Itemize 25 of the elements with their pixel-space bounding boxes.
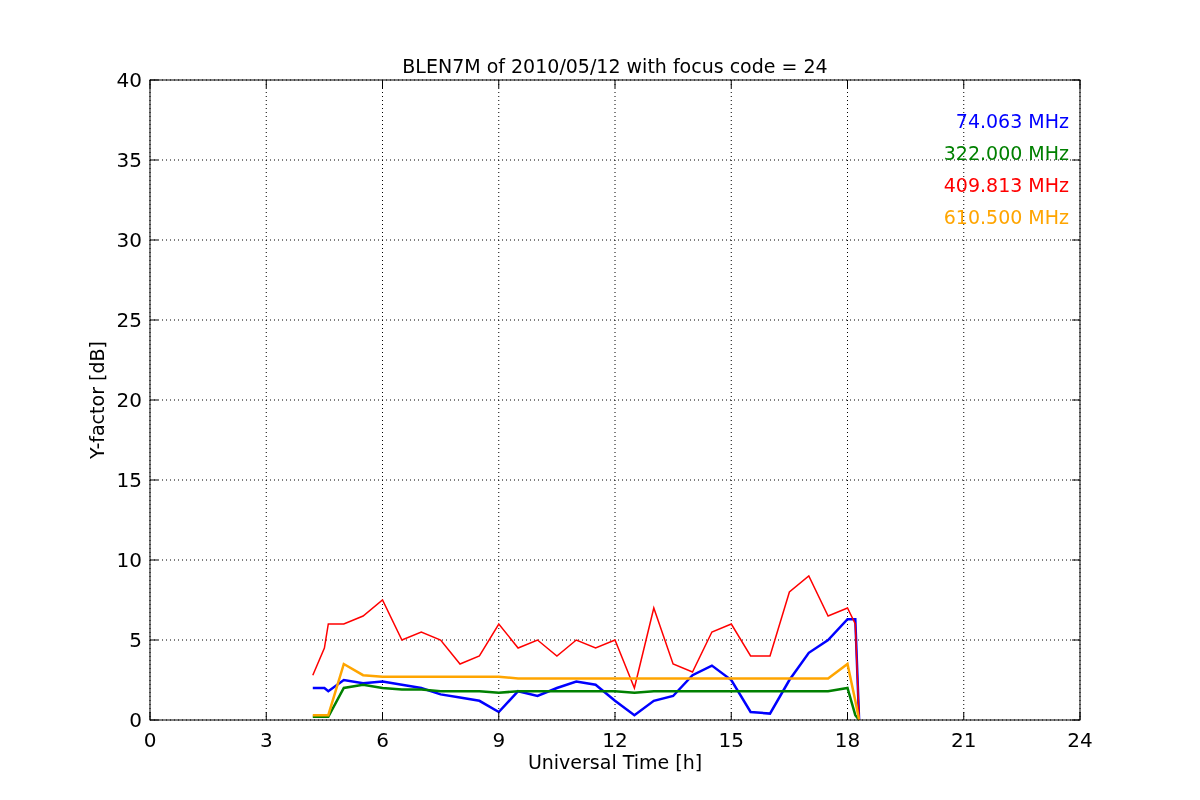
- x-tick-label: 12: [602, 728, 628, 752]
- y-tick-label: 10: [116, 548, 142, 572]
- legend-label: 74.063 MHz: [955, 110, 1069, 132]
- y-tick-label: 20: [116, 388, 142, 412]
- chart-title: BLEN7M of 2010/05/12 with focus code = 24: [402, 55, 828, 77]
- y-tick-label: 25: [116, 308, 142, 332]
- x-axis-label: Universal Time [h]: [527, 751, 703, 773]
- y-tick-label: 35: [116, 148, 142, 172]
- y-tick-label: 5: [129, 628, 142, 652]
- y-tick-label: 0: [129, 708, 142, 732]
- legend-label: 409.813 MHz: [943, 174, 1069, 196]
- x-tick-label: 6: [376, 728, 389, 752]
- y-tick-label: 30: [116, 228, 142, 252]
- y-tick-label: 15: [116, 468, 142, 492]
- legend-label: 610.500 MHz: [943, 206, 1069, 228]
- y-axis-label: Y-factor [dB]: [86, 341, 108, 459]
- x-tick-label: 24: [1067, 728, 1093, 752]
- x-tick-label: 21: [951, 728, 977, 752]
- x-tick-label: 3: [259, 728, 273, 752]
- x-tick-label: 9: [492, 728, 506, 752]
- y-tick-label: 40: [116, 68, 142, 92]
- legend-label: 322.000 MHz: [943, 142, 1069, 164]
- x-tick-label: 15: [718, 728, 744, 752]
- x-tick-label: 18: [834, 728, 861, 752]
- x-tick-label: 0: [143, 728, 157, 752]
